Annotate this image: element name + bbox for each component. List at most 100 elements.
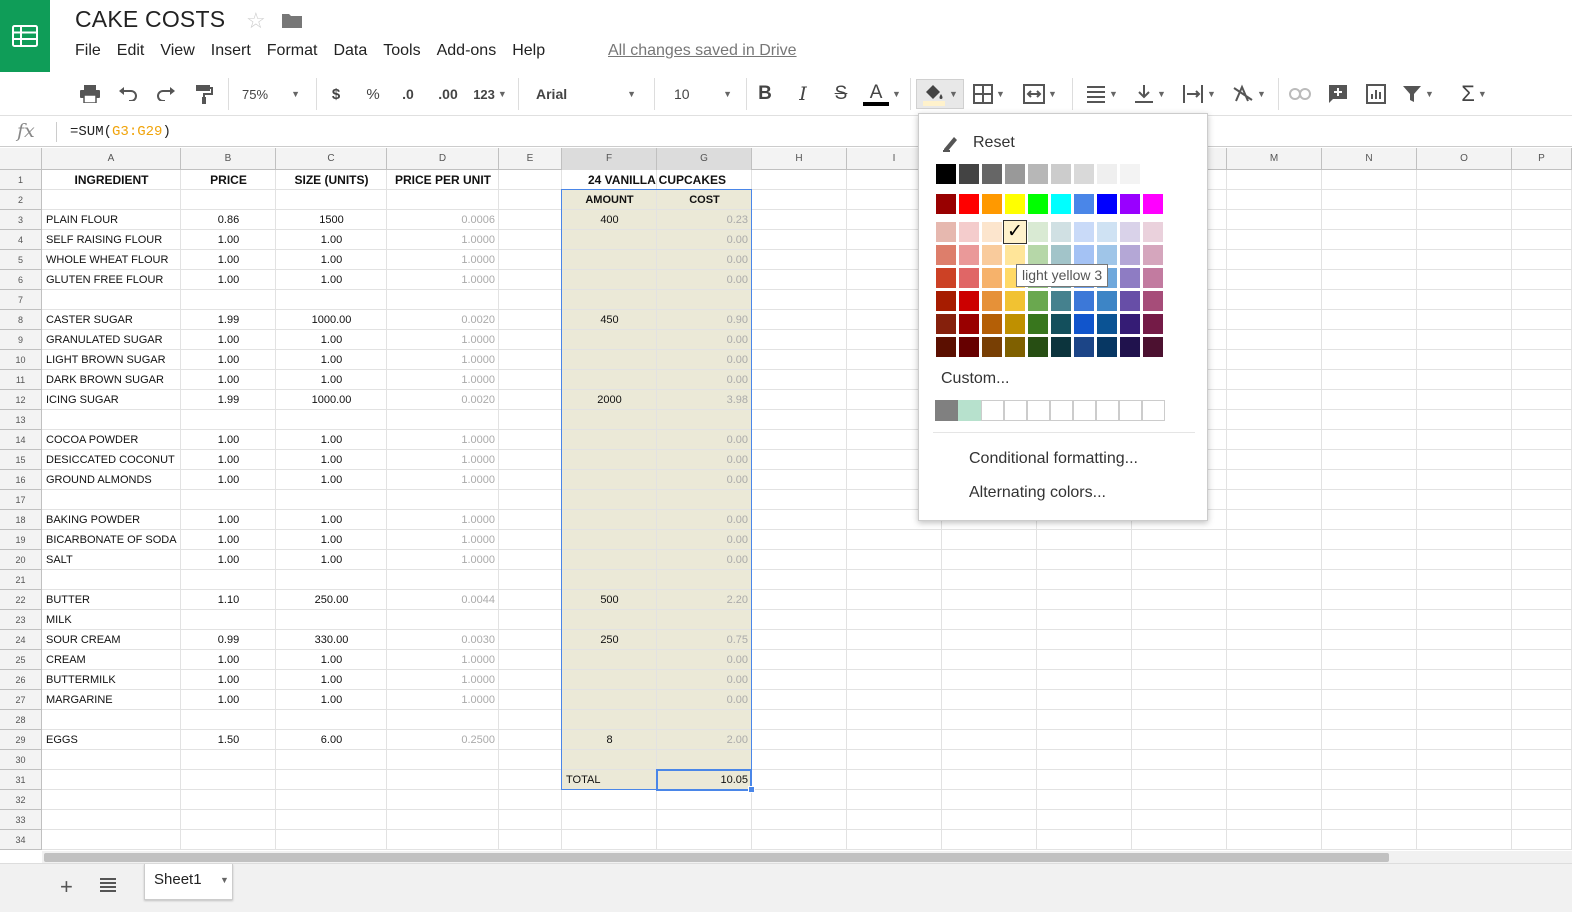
row-header-11[interactable]: 11	[0, 370, 42, 390]
color-swatch[interactable]	[1051, 164, 1071, 184]
color-swatch[interactable]	[959, 268, 979, 288]
cell-ingredient[interactable]: SOUR CREAM	[42, 630, 181, 650]
custom-color-slot[interactable]	[981, 400, 1004, 421]
row-header-17[interactable]: 17	[0, 490, 42, 510]
color-swatch[interactable]	[959, 222, 979, 242]
color-swatch[interactable]	[1143, 337, 1163, 357]
color-swatch[interactable]	[1143, 245, 1163, 265]
cell-price[interactable]	[181, 610, 276, 630]
cell-ingredient[interactable]: GLUTEN FREE FLOUR	[42, 270, 181, 290]
custom-color-slot[interactable]	[1027, 400, 1050, 421]
cell-price-per-unit[interactable]: 0.0044	[387, 590, 499, 610]
color-swatch[interactable]	[959, 245, 979, 265]
row-header-1[interactable]: 1	[0, 170, 42, 190]
cell-size[interactable]: 1.00	[276, 550, 387, 570]
cell-size[interactable]: 1500	[276, 210, 387, 230]
cell-ingredient[interactable]: BICARBONATE OF SODA	[42, 530, 181, 550]
row-header-2[interactable]: 2	[0, 190, 42, 210]
font-size-select[interactable]: 10 ▼	[668, 81, 738, 107]
color-swatch[interactable]	[1005, 291, 1025, 311]
color-swatch[interactable]	[1097, 222, 1117, 242]
color-swatch[interactable]	[982, 164, 1002, 184]
vertical-align-button[interactable]: ▼	[1130, 81, 1170, 107]
column-header-c[interactable]: C	[276, 148, 387, 170]
insert-link-icon[interactable]	[1288, 81, 1312, 107]
color-swatch[interactable]	[1051, 291, 1071, 311]
custom-color-slot[interactable]	[935, 400, 958, 421]
menu-insert[interactable]: Insert	[211, 42, 251, 62]
menu-data[interactable]: Data	[333, 42, 367, 62]
merge-cells-button[interactable]: ▼	[1018, 81, 1062, 107]
row-header-33[interactable]: 33	[0, 810, 42, 830]
color-swatch[interactable]	[1074, 337, 1094, 357]
row-header-32[interactable]: 32	[0, 790, 42, 810]
cell-price-per-unit[interactable]	[387, 610, 499, 630]
cell-price-per-unit[interactable]: 1.0000	[387, 450, 499, 470]
color-swatch[interactable]	[1120, 245, 1140, 265]
text-color-button[interactable]: A ▼	[862, 81, 902, 107]
cell-size[interactable]: 1.00	[276, 510, 387, 530]
row-header-18[interactable]: 18	[0, 510, 42, 530]
color-swatch[interactable]	[982, 194, 1002, 214]
custom-color-slot[interactable]	[958, 400, 981, 421]
color-swatch[interactable]	[1143, 164, 1163, 184]
cell-size[interactable]: 1.00	[276, 270, 387, 290]
cell-price-per-unit[interactable]: 1.0000	[387, 690, 499, 710]
row-header-31[interactable]: 31	[0, 770, 42, 790]
color-swatch[interactable]	[959, 164, 979, 184]
text-rotation-button[interactable]: ▼	[1228, 81, 1270, 107]
color-swatch[interactable]	[959, 337, 979, 357]
color-swatch[interactable]	[1028, 194, 1048, 214]
color-swatch[interactable]	[1097, 337, 1117, 357]
cell-price-per-unit[interactable]: 1.0000	[387, 550, 499, 570]
cell-ingredient[interactable]: SALT	[42, 550, 181, 570]
cell-ingredient[interactable]: GROUND ALMONDS	[42, 470, 181, 490]
column-header-e[interactable]: E	[499, 148, 562, 170]
borders-button[interactable]: ▼	[970, 81, 1008, 107]
menu-file[interactable]: File	[75, 42, 101, 62]
cell-price-per-unit[interactable]: 1.0000	[387, 270, 499, 290]
zoom-select[interactable]: 75% ▼	[236, 81, 306, 107]
row-header-29[interactable]: 29	[0, 730, 42, 750]
cell-size[interactable]: 1.00	[276, 350, 387, 370]
menu-edit[interactable]: Edit	[117, 42, 145, 62]
cell-size[interactable]: 330.00	[276, 630, 387, 650]
row-header-4[interactable]: 4	[0, 230, 42, 250]
column-header-p[interactable]: P	[1512, 148, 1572, 170]
horizontal-scrollbar[interactable]	[42, 851, 1572, 863]
cell-size[interactable]: 1.00	[276, 690, 387, 710]
column-header-m[interactable]: M	[1227, 148, 1322, 170]
cell-price[interactable]: 1.00	[181, 450, 276, 470]
header-size[interactable]: SIZE (UNITS)	[276, 170, 387, 190]
row-header-14[interactable]: 14	[0, 430, 42, 450]
formula-input[interactable]: =SUM(G3:G29)	[70, 124, 171, 140]
color-swatch[interactable]	[1028, 337, 1048, 357]
percent-format-button[interactable]: %	[362, 81, 384, 107]
fill-handle[interactable]	[748, 786, 755, 793]
cell-price[interactable]: 0.86	[181, 210, 276, 230]
conditional-formatting-option[interactable]: Conditional formatting...	[969, 450, 1138, 468]
print-icon[interactable]	[78, 81, 102, 107]
color-swatch[interactable]	[936, 222, 956, 242]
row-header-5[interactable]: 5	[0, 250, 42, 270]
color-swatch[interactable]	[1120, 222, 1140, 242]
cell-ingredient[interactable]: BUTTER	[42, 590, 181, 610]
color-swatch[interactable]	[982, 291, 1002, 311]
select-all-corner[interactable]	[0, 148, 42, 170]
currency-format-button[interactable]: $	[326, 81, 346, 107]
cell-price-per-unit[interactable]: 1.0000	[387, 650, 499, 670]
color-swatch[interactable]	[1143, 291, 1163, 311]
color-swatch[interactable]	[1005, 194, 1025, 214]
cell-price-per-unit[interactable]: 1.0000	[387, 430, 499, 450]
cell-ingredient[interactable]: CASTER SUGAR	[42, 310, 181, 330]
color-swatch[interactable]	[1028, 164, 1048, 184]
sheet-tab-sheet1[interactable]: Sheet1 ▼	[144, 864, 233, 900]
alternating-colors-option[interactable]: Alternating colors...	[969, 484, 1106, 502]
color-swatch[interactable]	[1051, 222, 1071, 242]
row-header-24[interactable]: 24	[0, 630, 42, 650]
filter-button[interactable]: ▼	[1398, 81, 1438, 107]
scrollbar-thumb[interactable]	[44, 853, 1389, 862]
color-swatch[interactable]	[982, 222, 1002, 242]
cell-ingredient[interactable]: DARK BROWN SUGAR	[42, 370, 181, 390]
cell-price-per-unit[interactable]: 1.0000	[387, 510, 499, 530]
